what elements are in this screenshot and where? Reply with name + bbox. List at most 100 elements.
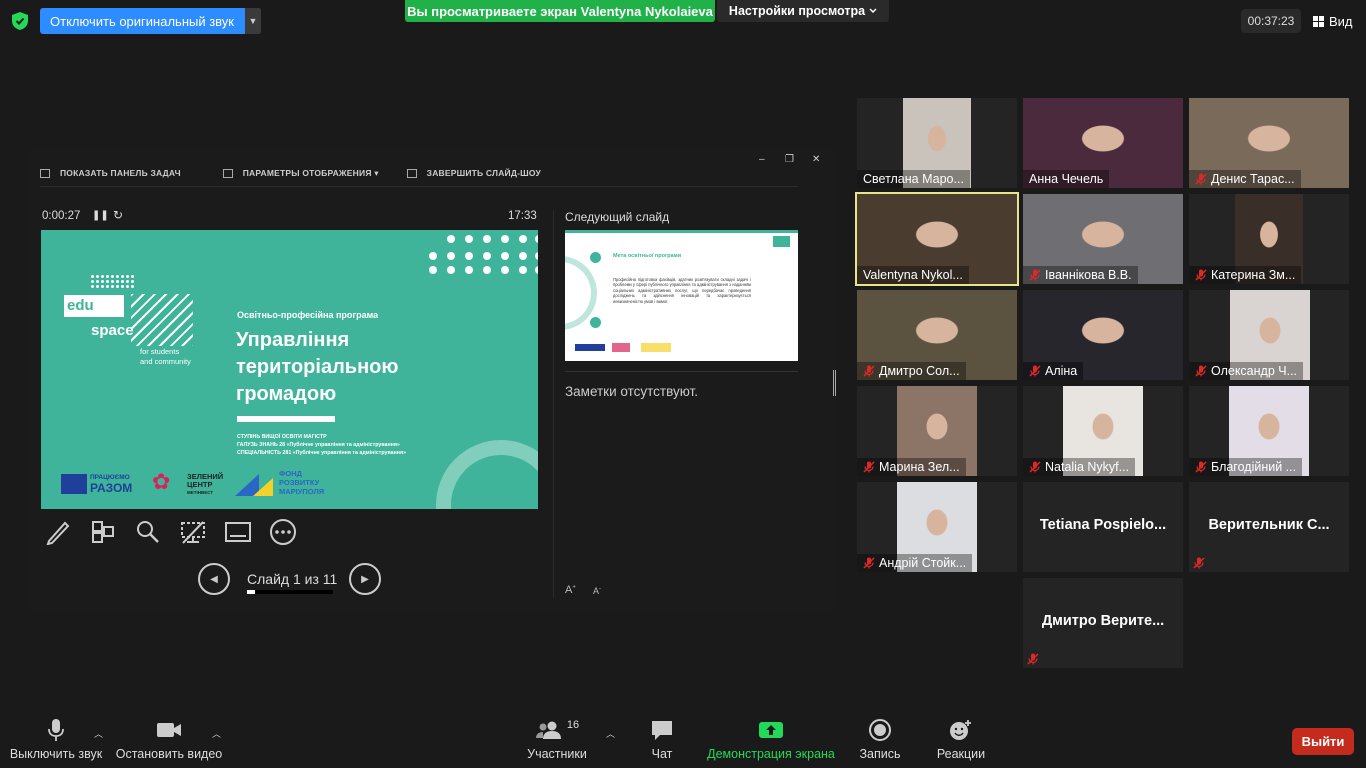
current-slide: edu space for students and community Осв… [41,230,538,509]
participant-name: Аліна [1045,363,1078,378]
minimize-icon[interactable]: – [759,154,765,165]
participant-tile[interactable]: Катерина Зм... [1189,194,1349,284]
original-sound-label: Отключить оригинальный звук [50,13,234,29]
participant-name: Благодійний ... [1211,459,1297,474]
see-all-slides-icon[interactable] [87,518,118,546]
grid-icon [1313,15,1324,27]
close-icon[interactable]: ✕ [812,154,820,165]
mute-button[interactable]: Выключить звук [10,715,102,761]
decorative-dot [126,275,129,278]
chat-button[interactable]: Чат [647,715,677,761]
participant-name: Марина Зел... [879,459,960,474]
participant-tile[interactable]: Іваннікова В.В. [1023,194,1183,284]
participant-tile[interactable]: Natalia Nykyf... [1023,386,1183,476]
tagline-line-1: for students [140,347,180,356]
slide-program-label: Освітньо-професійна програма [237,310,379,320]
display-settings-button[interactable]: ПАРАМЕТРЫ ОТОБРАЖЕНИЯ ▾ [222,166,379,180]
muted-mic-icon [1029,268,1041,281]
decorative-dot [111,275,114,278]
participant-tile[interactable]: Tetiana Pospielo... [1023,482,1183,572]
decorative-dot [519,266,527,274]
green-center-logo-small [612,343,630,352]
participant-name-bar: Аліна [1023,362,1084,380]
slide-title-line-1: Управління [236,329,350,351]
show-taskbar-button[interactable]: ПОКАЗАТЬ ПАНЕЛЬ ЗАДАЧ [40,166,181,180]
decorative-dot [111,280,114,283]
pause-icon[interactable]: ❚❚ [92,210,109,221]
panel-splitter[interactable] [833,370,836,396]
participant-name: Олександр Ч... [1211,363,1298,378]
participant-name-bar: Марина Зел... [857,458,966,476]
notes-divider [565,371,798,372]
next-slide-preview[interactable]: Мета освітньої програми Професійна підго… [565,230,798,361]
stop-video-button[interactable]: Остановить видео [116,715,222,761]
participant-tile[interactable]: Андрій Стойк... [857,482,1017,572]
logo-razom-line-2: РАЗОМ [90,481,133,495]
display-settings-label: ПАРАМЕТРЫ ОТОБРАЖЕНИЯ ▾ [242,167,379,178]
eu-flag-icon [61,474,87,494]
share-screen-button[interactable]: Демонстрация экрана [707,715,835,761]
zoom-magnifier-icon[interactable] [132,518,163,546]
logo-green-line-3: МЕТІНВЕСТ [187,490,214,495]
decorative-dot [96,285,99,288]
partner-logos: ПРАЦЮЄМО РАЗОМ ✿ ЗЕЛЕНИЙ ЦЕНТР МЕТІНВЕСТ… [61,469,341,498]
video-options-caret-icon[interactable]: ︿ [212,727,221,740]
participant-tile[interactable]: Денис Тарас... [1189,98,1349,188]
decorative-dot [121,285,124,288]
more-options-icon[interactable] [267,518,298,546]
muted-mic-icon [1029,460,1041,473]
participants-options-caret-icon[interactable]: ︿ [606,727,615,740]
muted-mic-icon [1027,652,1039,665]
view-button[interactable]: Вид [1313,9,1353,33]
participant-name: Дмитро Сол... [879,363,960,378]
original-sound-button[interactable]: Отключить оригинальный звук ▼ [40,8,261,34]
participant-tile[interactable]: Аліна [1023,290,1183,380]
audio-options-caret-icon[interactable]: ︿ [94,727,103,740]
pen-icon[interactable] [42,518,73,546]
participant-tile[interactable]: Марина Зел... [857,386,1017,476]
logo-fund-line-2: РОЗВИТКУ [279,478,320,487]
next-slide-text: Професійна підготовка фахівців, здатних … [613,277,751,304]
reset-timer-icon[interactable]: ↻ [113,208,123,222]
subtitles-icon[interactable] [222,518,253,546]
slide-counter[interactable]: Слайд 1 из 11 [247,571,337,587]
elapsed-time: 0:00:27 [42,210,81,222]
restore-icon[interactable]: ❐ [785,154,794,165]
decorative-dot [91,275,94,278]
logo-green-line-2: ЦЕНТР [187,480,213,489]
encryption-shield-icon[interactable] [12,12,28,30]
participant-name-bar: Катерина Зм... [1189,266,1302,284]
decorative-dot [483,235,491,243]
decrease-font-icon[interactable]: A- [593,586,601,596]
decorative-dot [106,275,109,278]
reactions-button[interactable]: Реакции [936,715,986,761]
chevron-down-icon [869,8,877,14]
participant-tile[interactable]: Светлана Маро... [857,98,1017,188]
participant-tile[interactable]: Благодійний ... [1189,386,1349,476]
view-settings-button[interactable]: Настройки просмотра [717,0,889,22]
participant-tile[interactable]: Valentyna Nykol... [855,192,1019,286]
decorative-dot [116,285,119,288]
presenter-toolbar: ПОКАЗАТЬ ПАНЕЛЬ ЗАДАЧ ПАРАМЕТРЫ ОТОБРАЖЕ… [40,166,541,180]
degree-line-1: СТУПІНЬ ВИЩОЇ ОСВІТИ МАГІСТР [237,434,327,440]
fund-logo-icon [235,474,273,496]
chevron-down-icon[interactable]: ▼ [244,8,261,34]
black-screen-icon[interactable] [177,518,208,546]
participant-tile[interactable]: Олександр Ч... [1189,290,1349,380]
next-slide-button[interactable]: ▶ [349,563,381,595]
participant-tile[interactable]: Верительник С... [1189,482,1349,572]
increase-font-icon[interactable]: A+ [565,584,576,596]
end-slideshow-button[interactable]: ЗАВЕРШИТЬ СЛАЙД-ШОУ [406,166,541,180]
previous-slide-button[interactable]: ◀ [198,563,230,595]
muted-mic-icon [863,556,875,569]
leave-meeting-button[interactable]: Выйти [1292,728,1354,755]
decorative-dot [126,285,129,288]
participant-tile[interactable]: Анна Чечель [1023,98,1183,188]
meeting-timer: 00:37:23 [1241,9,1301,33]
decorative-dot [535,235,538,243]
participant-tile[interactable]: Дмитро Верите... [1023,578,1183,668]
participant-tile[interactable]: Дмитро Сол... [857,290,1017,380]
participants-button[interactable]: 16 Участники [527,715,587,761]
participant-name: Анна Чечель [1029,171,1104,186]
record-button[interactable]: Запись [860,715,901,761]
